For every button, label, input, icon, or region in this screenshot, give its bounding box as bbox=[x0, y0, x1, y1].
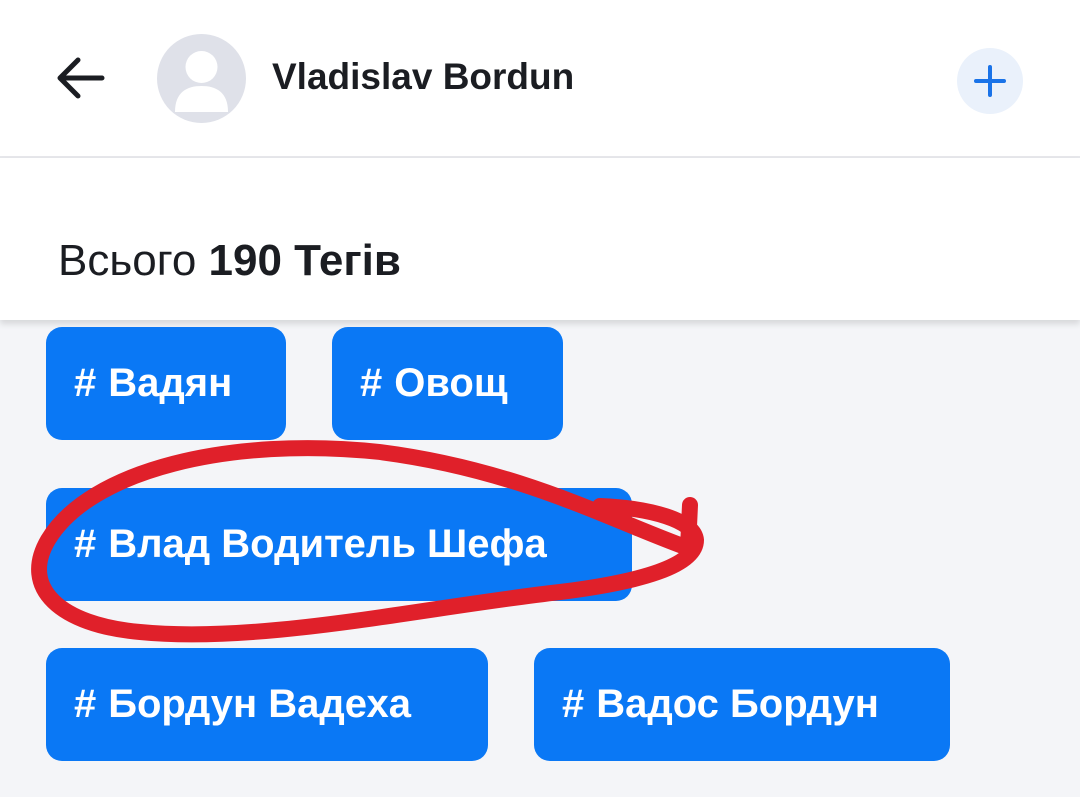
tag-label: Вадос Бордун bbox=[596, 682, 879, 726]
tag-chip[interactable]: # Влад Водитель Шефа bbox=[46, 488, 632, 601]
tag-label: Вадян bbox=[108, 361, 233, 405]
tag-label: Бордун Вадеха bbox=[108, 682, 412, 726]
tags-summary-panel: Всього 190 Тегів bbox=[0, 158, 1080, 320]
plus-icon bbox=[974, 65, 1006, 97]
arrow-left-icon bbox=[57, 57, 105, 99]
hash-icon: # bbox=[360, 361, 383, 405]
tag-chip[interactable]: # Овощ bbox=[332, 327, 563, 440]
hash-icon: # bbox=[74, 682, 97, 726]
back-button[interactable] bbox=[50, 48, 110, 108]
tags-total-label: Всього 190 Тегів bbox=[58, 236, 401, 286]
add-button[interactable] bbox=[957, 48, 1023, 114]
hash-icon: # bbox=[74, 522, 97, 566]
tags-total-count: 190 Тегів bbox=[208, 236, 401, 285]
hash-icon: # bbox=[562, 682, 585, 726]
tags-total-prefix: Всього bbox=[58, 236, 197, 285]
tag-chip[interactable]: # Бордун Вадеха bbox=[46, 648, 488, 761]
tag-label: Влад Водитель Шефа bbox=[108, 522, 547, 566]
tag-chip[interactable]: # Вадян bbox=[46, 327, 286, 440]
hash-icon: # bbox=[74, 361, 97, 405]
avatar[interactable] bbox=[157, 34, 246, 123]
tag-label: Овощ bbox=[394, 361, 508, 405]
contact-name[interactable]: Vladislav Bordun bbox=[272, 56, 574, 98]
user-placeholder-icon bbox=[175, 51, 228, 112]
tag-chip[interactable]: # Вадос Бордун bbox=[534, 648, 950, 761]
top-bar: Vladislav Bordun bbox=[0, 0, 1080, 158]
